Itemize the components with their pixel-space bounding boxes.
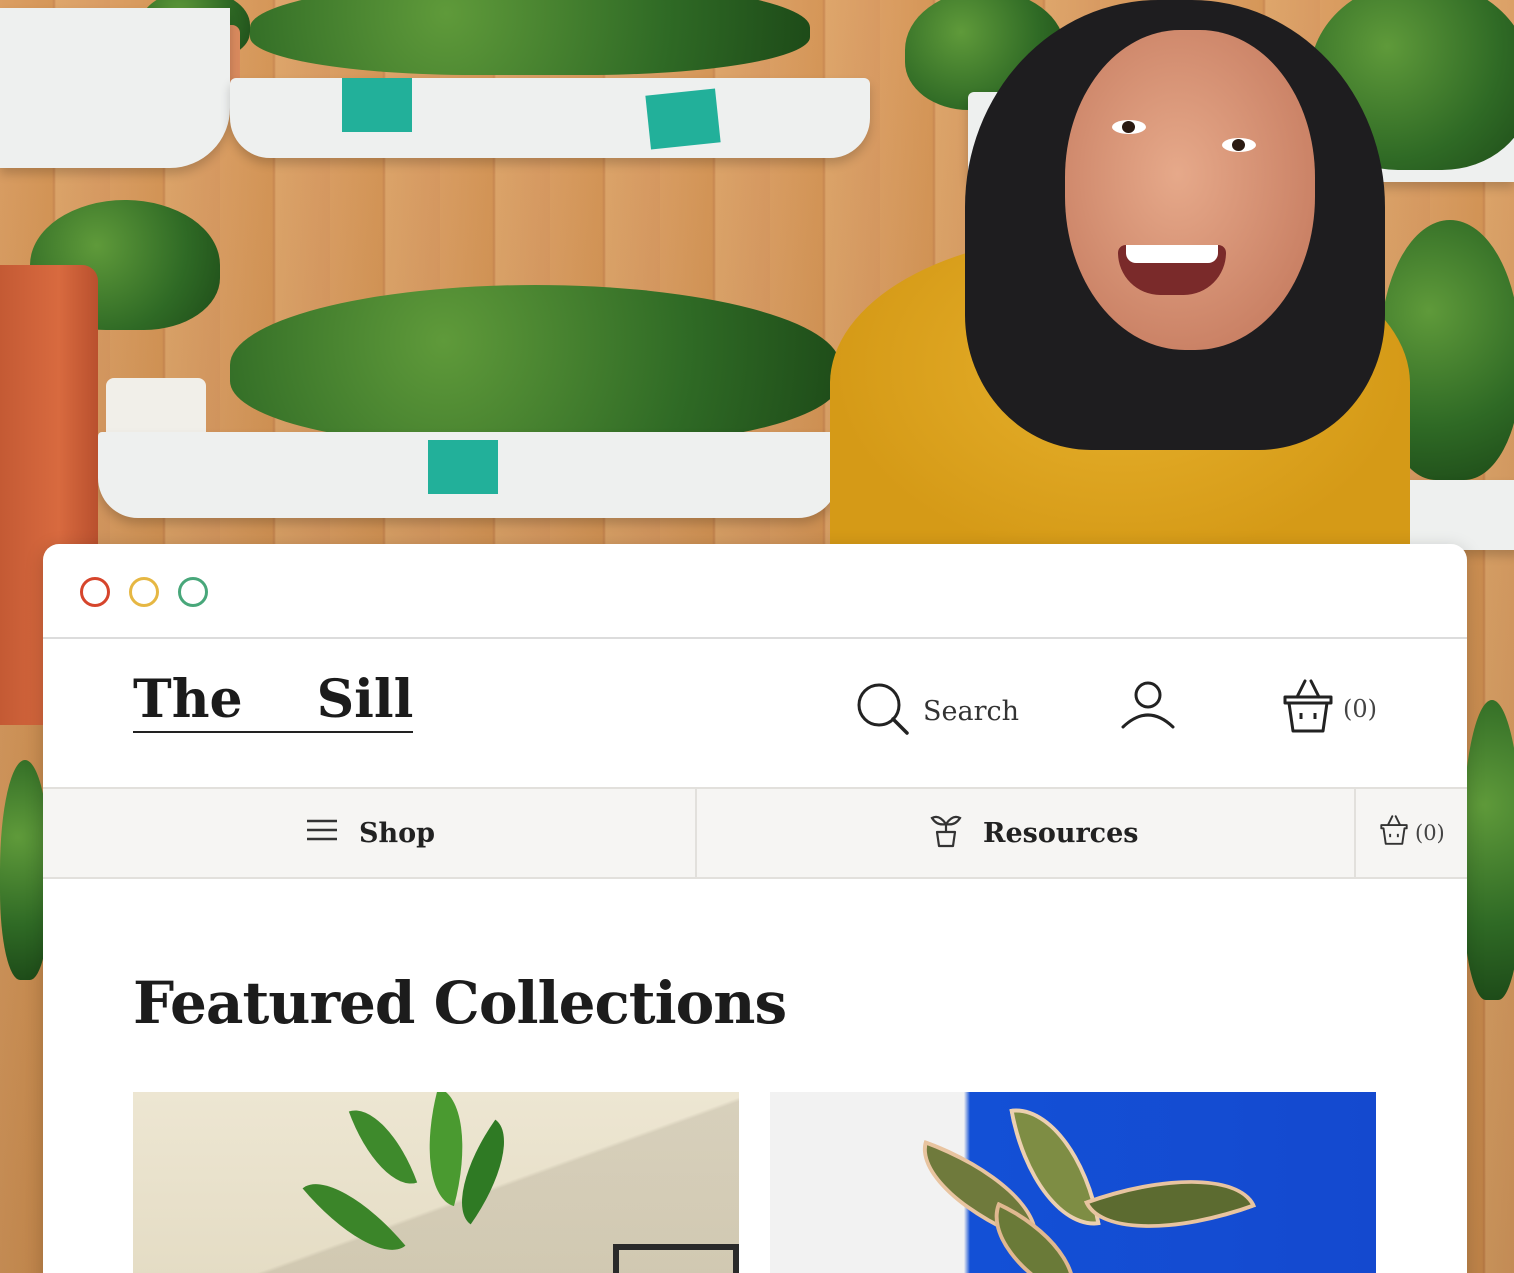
- minimize-dot[interactable]: [129, 577, 159, 607]
- plant-row-top: [250, 0, 810, 75]
- collection-card-zz-plant[interactable]: [133, 1092, 739, 1273]
- picture-frame: [613, 1244, 739, 1273]
- plant-leaf: [1083, 1146, 1257, 1262]
- maximize-dot[interactable]: [178, 577, 208, 607]
- logo-word-sill: Sill: [316, 669, 414, 730]
- search-label: Search: [923, 696, 1019, 727]
- cart-count: (0): [1343, 694, 1377, 723]
- search-button[interactable]: Search: [855, 681, 1019, 742]
- person-eye: [1112, 120, 1146, 134]
- site-header: The Sill Search (0): [43, 639, 1467, 787]
- collection-card-rubber-plant[interactable]: [770, 1092, 1376, 1273]
- sprout-icon: [929, 812, 963, 855]
- featured-collections-title: Featured Collections: [133, 969, 787, 1037]
- main-nav: Shop Resources (0): [43, 787, 1467, 879]
- cart-button[interactable]: (0): [1281, 677, 1377, 740]
- user-icon[interactable]: [1119, 679, 1177, 736]
- search-icon: [855, 681, 913, 742]
- nav-divider: [1354, 789, 1356, 877]
- hamburger-menu-icon: [305, 818, 339, 849]
- logo-word-the: The: [133, 669, 243, 730]
- shelf-top: [230, 78, 870, 158]
- nav-resources[interactable]: Resources: [929, 789, 1139, 877]
- nav-divider: [695, 789, 697, 877]
- price-tag: [342, 78, 412, 132]
- price-tag: [645, 88, 721, 150]
- nav-shop[interactable]: Shop: [305, 789, 435, 877]
- person-eye: [1222, 138, 1256, 152]
- price-tag: [428, 440, 498, 494]
- plant-leaves: [1462, 700, 1514, 1000]
- close-dot[interactable]: [80, 577, 110, 607]
- basket-icon: [1379, 814, 1409, 853]
- plant-row-middle: [230, 285, 840, 445]
- browser-window: The Sill Search (0) Shop Resources (0) F…: [43, 544, 1467, 1273]
- nav-cart-count: (0): [1415, 821, 1445, 845]
- nav-cart[interactable]: (0): [1379, 789, 1445, 877]
- person-face: [1065, 30, 1315, 350]
- basket-icon: [1281, 677, 1335, 740]
- nav-resources-label: Resources: [983, 817, 1139, 849]
- nav-shop-label: Shop: [359, 817, 436, 849]
- window-titlebar: [43, 544, 1467, 639]
- shelf-top-left: [0, 8, 230, 168]
- site-logo[interactable]: The Sill: [133, 669, 414, 733]
